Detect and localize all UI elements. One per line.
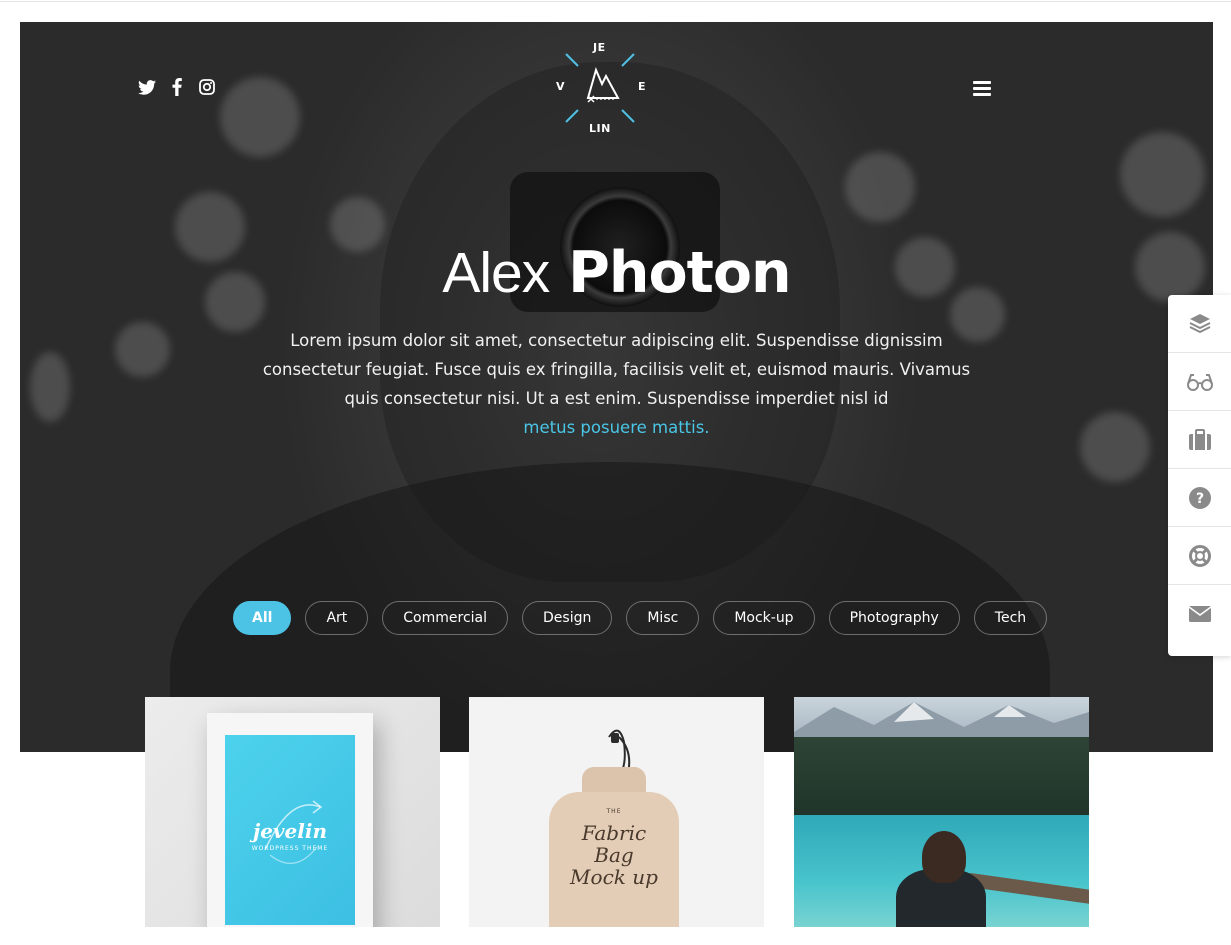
photo-person-head — [922, 831, 966, 883]
support-button[interactable] — [1168, 527, 1231, 585]
glasses-icon — [1186, 373, 1213, 391]
filter-misc[interactable]: Misc — [626, 601, 700, 635]
briefcase-button[interactable] — [1168, 411, 1231, 469]
bag-label-line1: Fabric — [581, 821, 647, 845]
lifebuoy-icon — [1188, 544, 1211, 567]
svg-text:?: ? — [1195, 491, 1203, 507]
help-button[interactable]: ? — [1168, 469, 1231, 527]
filter-photography[interactable]: Photography — [828, 601, 960, 635]
bokeh-light — [1080, 412, 1150, 482]
bokeh-light — [1120, 132, 1205, 217]
side-toolbar: ? — [1168, 295, 1231, 656]
logo-letters-left: V — [556, 80, 566, 93]
instagram-icon[interactable] — [198, 78, 216, 96]
bag-label-line3: Mock up — [570, 865, 658, 889]
hero-description: Lorem ipsum dolor sit amet, consectetur … — [250, 326, 983, 442]
filter-mock-up[interactable]: Mock-up — [713, 601, 815, 635]
portfolio-item-poster-mockup[interactable]: jevelin WORDPRESS THEME — [145, 697, 440, 927]
bokeh-light — [220, 77, 300, 157]
bag-label-small: THE — [606, 808, 622, 815]
briefcase-icon — [1188, 428, 1211, 450]
logo-letters-top: JE — [593, 41, 606, 54]
bokeh-light — [30, 352, 70, 422]
filter-all[interactable]: All — [233, 601, 292, 635]
hero-title-bold: Photon — [568, 240, 792, 306]
glasses-button[interactable] — [1168, 353, 1231, 411]
logo-letters-bottom: LIN — [589, 122, 611, 135]
poster-artwork: jevelin WORDPRESS THEME — [225, 735, 355, 925]
filter-commercial[interactable]: Commercial — [382, 601, 508, 635]
filter-design[interactable]: Design — [522, 601, 613, 635]
help-circle-icon: ? — [1188, 486, 1211, 509]
portfolio-filters: All Art Commercial Design Misc Mock-up P… — [233, 601, 1048, 635]
hero-title: Alex Photon — [20, 240, 1213, 306]
twitter-icon[interactable] — [138, 78, 156, 96]
hero-description-link[interactable]: metus posuere mattis. — [523, 418, 709, 437]
hamburger-menu-icon[interactable] — [973, 81, 991, 97]
bag-label-line2: Bag — [594, 843, 634, 867]
hero-description-text: Lorem ipsum dolor sit amet, consectetur … — [262, 331, 971, 408]
top-divider — [0, 0, 1231, 2]
facebook-icon[interactable] — [168, 78, 186, 96]
filter-art[interactable]: Art — [305, 601, 369, 635]
filter-tech[interactable]: Tech — [973, 601, 1048, 635]
poster-frame: jevelin WORDPRESS THEME — [207, 713, 373, 927]
layers-button[interactable] — [1168, 295, 1231, 353]
portfolio-item-fabric-bag[interactable]: THE Fabric Bag Mock up — [469, 697, 764, 927]
hero-section: JE V E LIN Alex Photon Lorem ipsum dolor… — [20, 22, 1213, 752]
bag-label-text: Fabric Bag Mock up — [549, 822, 679, 888]
site-logo[interactable]: JE V E LIN — [556, 38, 646, 138]
bag-body: THE Fabric Bag Mock up — [549, 792, 679, 927]
logo-letters-right: E — [638, 80, 647, 93]
hero-title-light: Alex — [442, 241, 550, 305]
social-links — [138, 78, 216, 96]
contact-button[interactable] — [1168, 585, 1231, 643]
bokeh-light — [845, 152, 915, 222]
bokeh-light — [115, 322, 170, 377]
poster-brand: jevelin — [252, 819, 328, 843]
envelope-icon — [1188, 606, 1211, 622]
poster-subtitle: WORDPRESS THEME — [251, 845, 329, 852]
layers-icon — [1189, 313, 1210, 333]
photo-forest — [794, 737, 1089, 822]
portfolio-item-lake-photo[interactable] — [794, 697, 1089, 927]
